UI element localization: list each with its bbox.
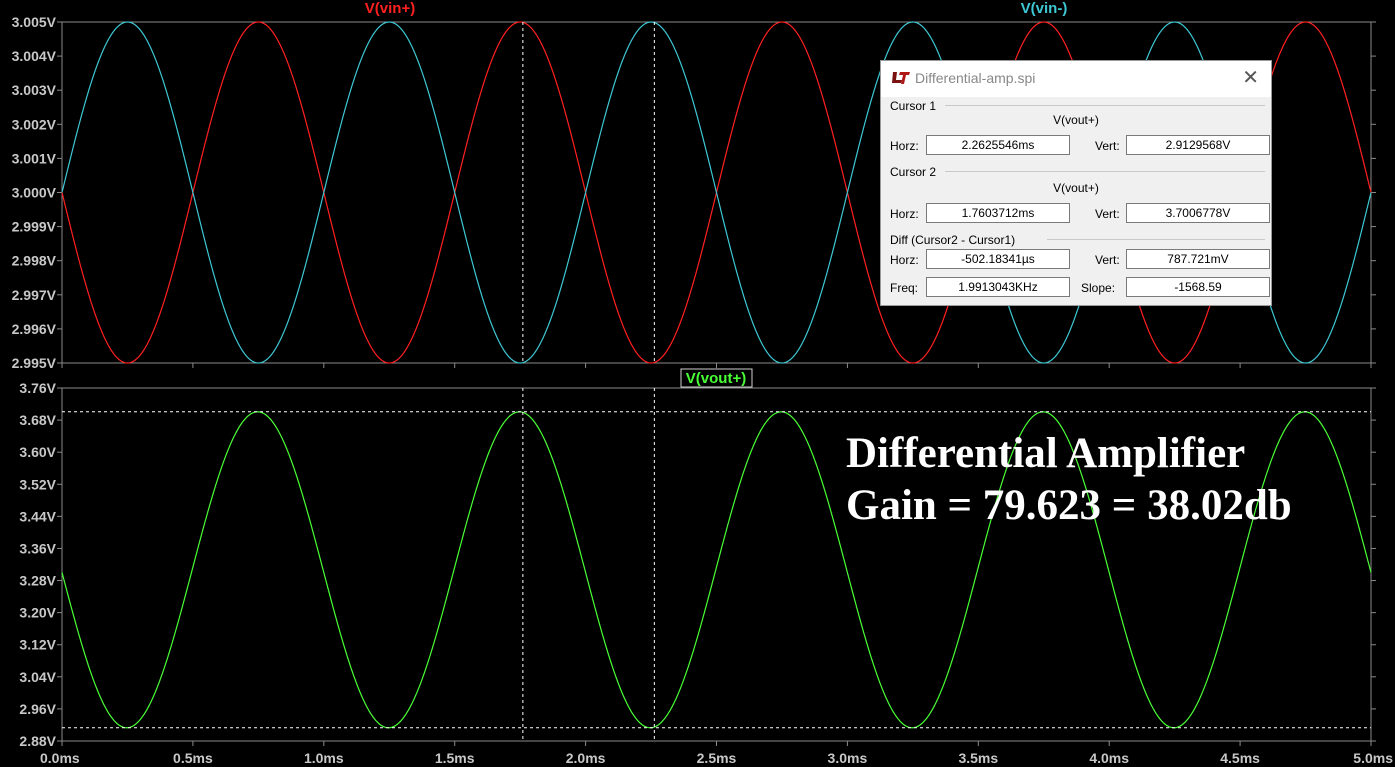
y-tick-label: 2.995V bbox=[12, 355, 57, 371]
y-tick-label: 3.003V bbox=[12, 82, 57, 98]
x-tick-label: 0.5ms bbox=[173, 750, 213, 766]
diff-horz-label: Horz: bbox=[890, 253, 919, 267]
y-tick-label: 3.002V bbox=[12, 116, 57, 132]
y-tick-label: 2.999V bbox=[12, 219, 57, 235]
legend-vout-plus[interactable]: V(vout+) bbox=[686, 370, 746, 387]
cursor2-trace: V(vout+) bbox=[1053, 181, 1099, 195]
x-tick-label: 3.0ms bbox=[828, 750, 868, 766]
diff-freq-field[interactable] bbox=[926, 277, 1070, 297]
x-tick-label: 0.0ms bbox=[40, 750, 80, 766]
x-tick-label: 4.0ms bbox=[1089, 750, 1129, 766]
group-divider bbox=[945, 171, 1265, 172]
dialog-titlebar[interactable]: Differential-amp.spi ✕ bbox=[881, 61, 1271, 97]
x-tick-label: 4.5ms bbox=[1220, 750, 1260, 766]
x-tick-label: 3.5ms bbox=[958, 750, 998, 766]
x-tick-label: 5.0ms bbox=[1353, 750, 1393, 766]
diff-label: Diff (Cursor2 - Cursor1) bbox=[890, 233, 1016, 247]
annotation-title: Differential Amplifier bbox=[846, 430, 1246, 477]
diff-slope-label: Slope: bbox=[1081, 281, 1116, 295]
cursor2-vert-label: Vert: bbox=[1095, 207, 1120, 221]
cursor2-group: Cursor 2 V(vout+) Horz: Vert: bbox=[881, 165, 1271, 233]
cursor1-vert-field[interactable] bbox=[1126, 135, 1270, 155]
y-tick-label: 3.20V bbox=[19, 605, 56, 621]
y-tick-label: 3.004V bbox=[12, 48, 57, 64]
y-tick-label: 3.36V bbox=[19, 540, 56, 556]
y-tick-label: 3.76V bbox=[19, 380, 56, 396]
y-tick-label: 3.04V bbox=[19, 669, 56, 685]
y-tick-label: 3.44V bbox=[19, 508, 56, 524]
y-tick-label: 2.996V bbox=[12, 321, 57, 337]
cursor2-horz-field[interactable] bbox=[926, 203, 1070, 223]
y-tick-label: 3.12V bbox=[19, 637, 56, 653]
cursor1-trace: V(vout+) bbox=[1053, 113, 1099, 127]
diff-horz-field[interactable] bbox=[926, 249, 1070, 269]
y-tick-label: 2.998V bbox=[12, 253, 57, 269]
dialog-title: Differential-amp.spi bbox=[915, 70, 1036, 86]
y-tick-label: 3.60V bbox=[19, 444, 56, 460]
cursor1-horz-label: Horz: bbox=[890, 139, 919, 153]
x-tick-label: 2.0ms bbox=[566, 750, 606, 766]
y-tick-label: 3.005V bbox=[12, 14, 57, 30]
cursor-dialog[interactable]: Differential-amp.spi ✕ Cursor 1 V(vout+)… bbox=[880, 60, 1272, 306]
y-tick-label: 2.88V bbox=[19, 733, 56, 749]
x-tick-label: 1.5ms bbox=[435, 750, 475, 766]
group-divider bbox=[1047, 239, 1265, 240]
y-tick-label: 3.68V bbox=[19, 412, 56, 428]
y-tick-label: 3.28V bbox=[19, 573, 56, 589]
diff-slope-field[interactable] bbox=[1126, 277, 1270, 297]
annotation-gain: Gain = 79.623 = 38.02db bbox=[846, 482, 1292, 529]
ltspice-app-icon bbox=[891, 68, 911, 88]
group-divider bbox=[945, 105, 1265, 106]
x-tick-label: 1.0ms bbox=[304, 750, 344, 766]
cursor2-vert-field[interactable] bbox=[1126, 203, 1270, 223]
diff-vert-label: Vert: bbox=[1095, 253, 1120, 267]
legend-vin-minus[interactable]: V(vin-) bbox=[1021, 0, 1068, 17]
y-tick-label: 2.997V bbox=[12, 287, 57, 303]
y-tick-label: 3.000V bbox=[12, 185, 57, 201]
legend-vin-plus[interactable]: V(vin+) bbox=[365, 0, 415, 17]
x-tick-label: 2.5ms bbox=[697, 750, 737, 766]
cursor2-horz-label: Horz: bbox=[890, 207, 919, 221]
diff-vert-field[interactable] bbox=[1126, 249, 1270, 269]
y-tick-label: 3.001V bbox=[12, 150, 57, 166]
y-tick-label: 2.96V bbox=[19, 701, 56, 717]
cursor2-label: Cursor 2 bbox=[890, 165, 937, 179]
close-icon[interactable]: ✕ bbox=[1242, 66, 1259, 90]
diff-freq-label: Freq: bbox=[890, 281, 919, 295]
cursor1-group: Cursor 1 V(vout+) Horz: Vert: bbox=[881, 97, 1271, 165]
cursor1-horz-field[interactable] bbox=[926, 135, 1070, 155]
cursor1-label: Cursor 1 bbox=[890, 99, 937, 113]
y-tick-label: 3.52V bbox=[19, 476, 56, 492]
cursor1-vert-label: Vert: bbox=[1095, 139, 1120, 153]
diff-group: Diff (Cursor2 - Cursor1) Horz: Vert: Fre… bbox=[881, 233, 1271, 305]
